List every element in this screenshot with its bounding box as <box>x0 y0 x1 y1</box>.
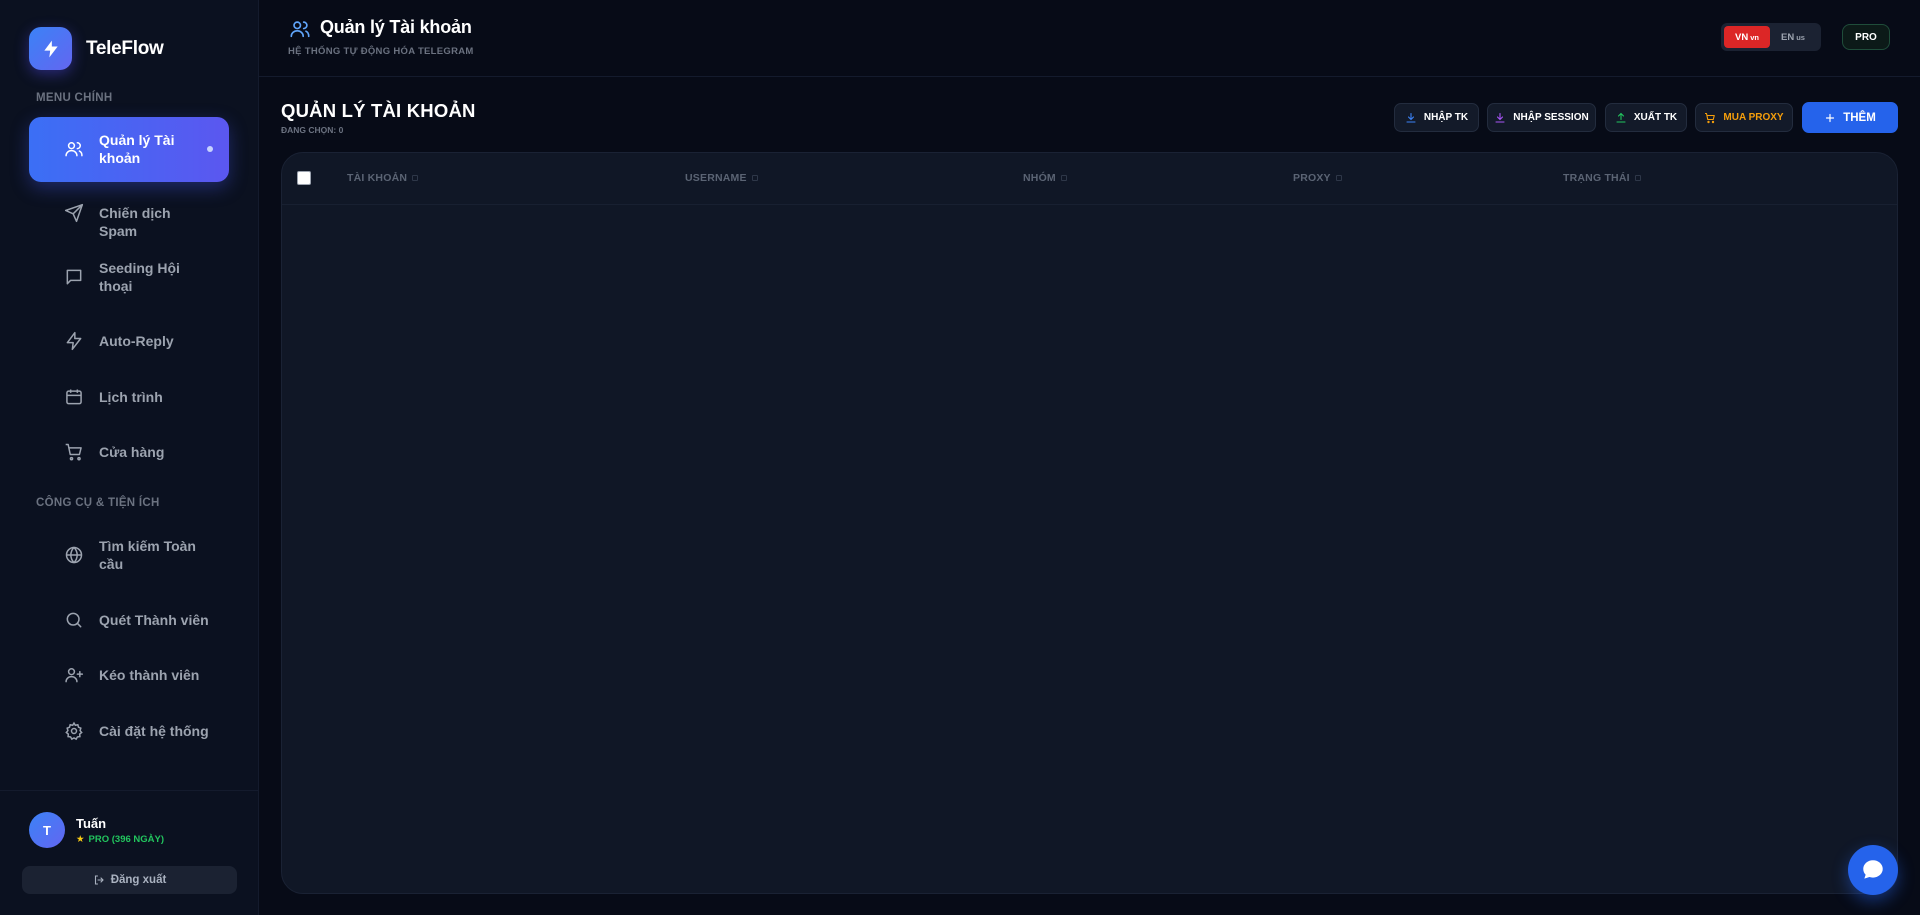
add-account-label: THÊM <box>1843 111 1876 124</box>
column-account[interactable]: TÀI KHOẢN <box>347 172 419 184</box>
pro-badge[interactable]: PRO <box>1842 24 1890 50</box>
chat-button[interactable] <box>1848 845 1898 895</box>
column-proxy-label: PROXY <box>1293 172 1331 184</box>
sidebar-item-pull-members[interactable]: Kéo thành viên <box>29 660 229 690</box>
column-username-label: USERNAME <box>685 172 747 184</box>
user-plan-text: PRO (396 NGÀY) <box>88 833 165 845</box>
header-subtitle: HỆ THỐNG TỰ ĐỘNG HÓA TELEGRAM <box>288 46 474 57</box>
lang-vn-label: VN <box>1735 31 1749 43</box>
globe-icon <box>64 545 84 565</box>
search-icon <box>64 610 84 630</box>
user-plus-icon <box>64 665 84 685</box>
sidebar-item-accounts[interactable]: Quản lý Tài khoản <box>29 117 229 182</box>
import-account-button[interactable]: NHẬP TK <box>1394 103 1479 132</box>
column-status-label: TRẠNG THÁI <box>1563 172 1630 184</box>
bolt-logo-icon <box>29 27 72 70</box>
selected-count: ĐANG CHỌN: 0 <box>281 125 344 135</box>
sidebar-item-auto-reply[interactable]: Auto-Reply <box>29 326 229 356</box>
buy-proxy-label: MUA PROXY <box>1723 112 1784 123</box>
select-all-checkbox[interactable] <box>297 171 311 185</box>
section-label-tools: CÔNG CỤ & TIỆN ÍCH <box>36 497 160 509</box>
user-name: Tuấn <box>76 815 107 831</box>
column-account-label: TÀI KHOẢN <box>347 172 408 184</box>
sidebar-item-label: Lịch trình <box>99 389 163 405</box>
lang-en-code: us <box>1796 32 1805 42</box>
sort-icon <box>1335 175 1342 181</box>
page-title: QUẢN LÝ TÀI KHOẢN <box>281 100 476 121</box>
sidebar-item-seeding[interactable]: Seeding Hội thoại <box>29 258 229 296</box>
chat-icon <box>1863 860 1883 879</box>
star-icon: ★ <box>76 833 85 845</box>
plus-icon <box>1826 113 1835 122</box>
sidebar-item-label: Quét Thành viên <box>99 612 209 628</box>
brand[interactable]: TeleFlow <box>29 27 164 70</box>
top-header: Quản lý Tài khoản HỆ THỐNG TỰ ĐỘNG HÓA T… <box>259 0 1920 77</box>
logout-label: Đăng xuất <box>110 874 167 886</box>
cart-icon <box>1705 112 1716 123</box>
column-proxy[interactable]: PROXY <box>1293 172 1342 184</box>
lang-en-label: EN <box>1781 31 1795 43</box>
sidebar-item-schedule[interactable]: Lịch trình <box>29 382 229 412</box>
logout-button[interactable]: Đăng xuất <box>22 866 237 894</box>
bolt-icon <box>64 331 84 351</box>
sidebar-item-label: Chiến dịch Spam <box>99 205 171 239</box>
sidebar-item-store[interactable]: Cửa hàng <box>29 437 229 467</box>
sort-icon <box>751 175 758 181</box>
import-session-button[interactable]: NHẬP SESSION <box>1487 103 1596 132</box>
sidebar-item-label: Quản lý Tài khoản <box>99 132 175 166</box>
lang-en[interactable]: EN us <box>1770 26 1816 48</box>
sidebar: TeleFlow MENU CHÍNH Quản lý Tài khoản Ch… <box>0 0 259 915</box>
avatar: T <box>29 812 65 848</box>
sidebar-item-label: Tìm kiếm Toàn cầu <box>99 538 196 572</box>
sort-icon <box>1634 175 1641 181</box>
sidebar-item-settings[interactable]: Cài đặt hệ thống <box>29 716 229 746</box>
sidebar-item-label: Auto-Reply <box>99 333 174 349</box>
download-icon <box>1495 112 1505 123</box>
import-account-label: NHẬP TK <box>1423 112 1469 123</box>
sort-icon <box>1060 175 1067 181</box>
cart-icon <box>64 442 84 462</box>
download-icon <box>1406 112 1416 123</box>
sidebar-item-label: Cửa hàng <box>99 444 165 460</box>
active-dot <box>207 146 213 152</box>
column-group[interactable]: NHÓM <box>1023 172 1067 184</box>
export-account-label: XUẤT TK <box>1633 112 1678 123</box>
sidebar-item-label: Cài đặt hệ thống <box>99 723 209 739</box>
logout-icon <box>94 875 104 885</box>
column-group-label: NHÓM <box>1023 172 1056 184</box>
user-profile[interactable]: T Tuấn ★ PRO (396 NGÀY) <box>29 812 164 848</box>
sidebar-item-label: Kéo thành viên <box>99 667 200 683</box>
add-account-button[interactable]: THÊM <box>1802 102 1898 133</box>
users-icon <box>64 139 84 159</box>
table-header: TÀI KHOẢN USERNAME NHÓM PROXY TRẠNG THÁI <box>282 153 1897 205</box>
export-account-button[interactable]: XUẤT TK <box>1605 103 1687 132</box>
sidebar-divider <box>0 790 259 791</box>
sidebar-item-spam[interactable]: Chiến dịch Spam <box>29 198 229 239</box>
buy-proxy-button[interactable]: MUA PROXY <box>1695 103 1793 132</box>
sidebar-item-scan-members[interactable]: Quét Thành viên <box>29 605 229 635</box>
header-title: Quản lý Tài khoản <box>320 17 472 37</box>
accounts-table: TÀI KHOẢN USERNAME NHÓM PROXY TRẠNG THÁI <box>281 152 1898 894</box>
send-icon <box>64 203 84 223</box>
brand-name: TeleFlow <box>86 37 164 59</box>
message-icon <box>64 267 84 287</box>
sidebar-item-global-search[interactable]: Tìm kiếm Toàn cầu <box>29 536 229 574</box>
upload-icon <box>1616 112 1626 123</box>
users-icon <box>289 18 311 45</box>
import-session-label: NHẬP SESSION <box>1513 112 1589 123</box>
calendar-icon <box>64 387 84 407</box>
user-plan: ★ PRO (396 NGÀY) <box>76 834 164 845</box>
lang-vn[interactable]: VN vn <box>1724 26 1770 48</box>
section-label-main: MENU CHÍNH <box>36 92 113 104</box>
column-username[interactable]: USERNAME <box>685 172 758 184</box>
gear-icon <box>64 721 84 741</box>
lang-vn-code: vn <box>1750 32 1759 42</box>
language-toggle[interactable]: VN vn EN us <box>1721 23 1821 51</box>
sidebar-item-label: Seeding Hội thoại <box>99 260 180 294</box>
sort-icon <box>412 175 419 181</box>
column-status[interactable]: TRẠNG THÁI <box>1563 172 1641 184</box>
